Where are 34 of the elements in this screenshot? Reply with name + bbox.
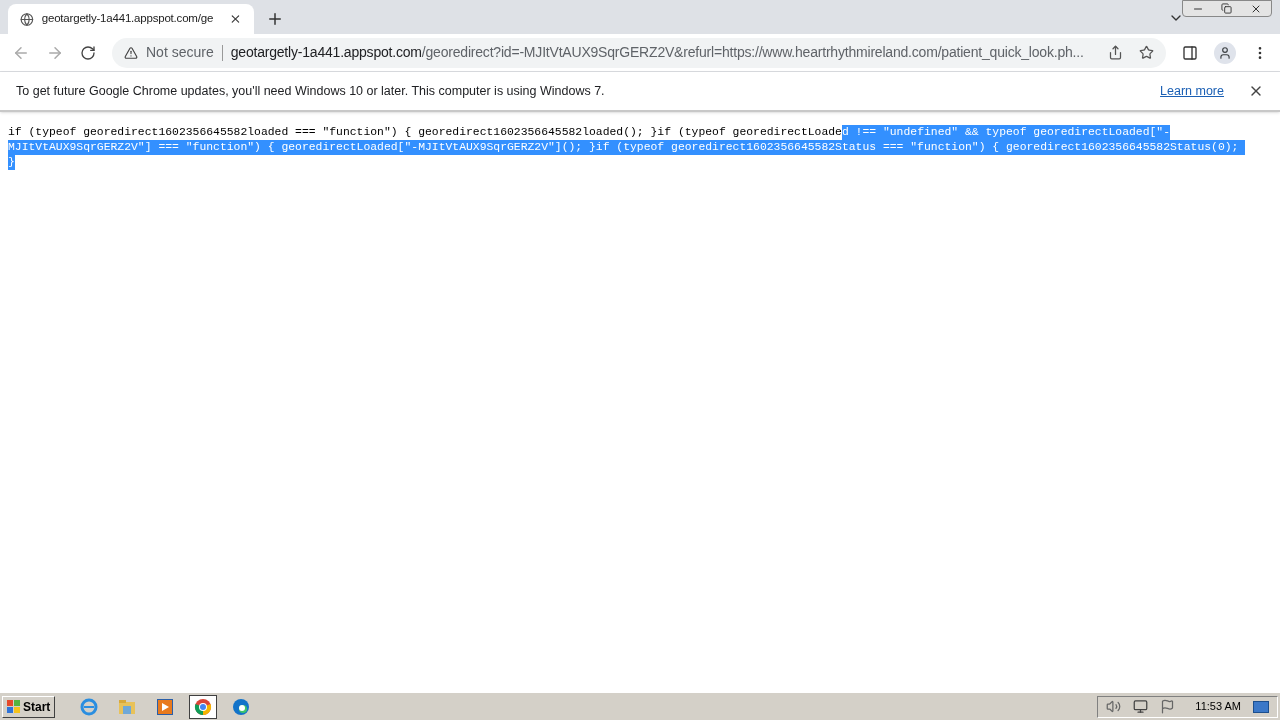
profile-avatar[interactable] — [1214, 41, 1236, 64]
warning-icon — [124, 45, 138, 60]
start-button[interactable]: Start — [2, 695, 56, 718]
code-text: d !== "undefined" && typeof georedirectLoaded["- — [841, 125, 1171, 140]
infobar-message: To get future Google Chrome updates, you'll need Windows 10 or later. This computer is using Windows 7. — [16, 82, 606, 100]
taskbar-app[interactable] — [189, 694, 218, 719]
folder-icon — [118, 698, 137, 715]
security-label: Not secure — [146, 43, 214, 62]
chrome-icon — [194, 697, 213, 716]
address-bar[interactable]: Not secure geotargetly-1a441.appspot.com/georedirect?id=-MJItVtAUX9SqrGERZ2V&refurl=https://www.heartrhythmireland.com/patient_quick_look.ph... — [112, 37, 1166, 68]
new-tab-icon[interactable] — [266, 10, 284, 28]
code-text: if (typeof georedirect1602356645582loaded === "function") { georedirect1602356645582loaded(); }if (typeof georedirectLoade — [8, 125, 842, 140]
learn-more-link[interactable]: Learn more — [1160, 81, 1224, 101]
restore-icon[interactable] — [1221, 3, 1233, 14]
play-icon — [157, 698, 174, 715]
browser-e-icon — [80, 697, 99, 716]
browser-tab[interactable]: geotargetly-1a441.appspot.com/ge — [8, 4, 254, 34]
reload-icon[interactable] — [80, 44, 96, 61]
network-icon[interactable] — [1133, 699, 1149, 714]
code-text: MJItVtAUX9SqrGERZ2V"] === "function") { georedirectLoaded["-MJItVtAUX9SqrGERZ2V"](); }if (typeof georedirect1602356645582Status === "function") { georedirect1602356645582Status(0); — [8, 140, 1246, 155]
side-panel-icon[interactable] — [1182, 44, 1198, 61]
edge-icon — [232, 697, 251, 716]
globe-icon — [20, 11, 34, 27]
close-icon[interactable] — [229, 12, 242, 26]
url-text: geotargetly-1a441.appspot.com/georedirect?id=-MJItVtAUX9SqrGERZ2V&refurl=https://www.heartrhythmireland.com/patient_quick_look.ph... — [230, 43, 1085, 62]
code-text: } — [8, 155, 15, 170]
windows-flag-icon — [7, 699, 21, 714]
flag-icon[interactable] — [1160, 699, 1176, 714]
share-icon[interactable] — [1108, 45, 1123, 60]
clock: 11:53 AM — [1195, 699, 1241, 715]
show-desktop-icon[interactable] — [1253, 700, 1269, 713]
speaker-icon[interactable] — [1106, 699, 1122, 714]
bookmark-star-icon[interactable] — [1139, 45, 1154, 60]
tab-title: geotargetly-1a441.appspot.com/ge — [41, 11, 214, 27]
